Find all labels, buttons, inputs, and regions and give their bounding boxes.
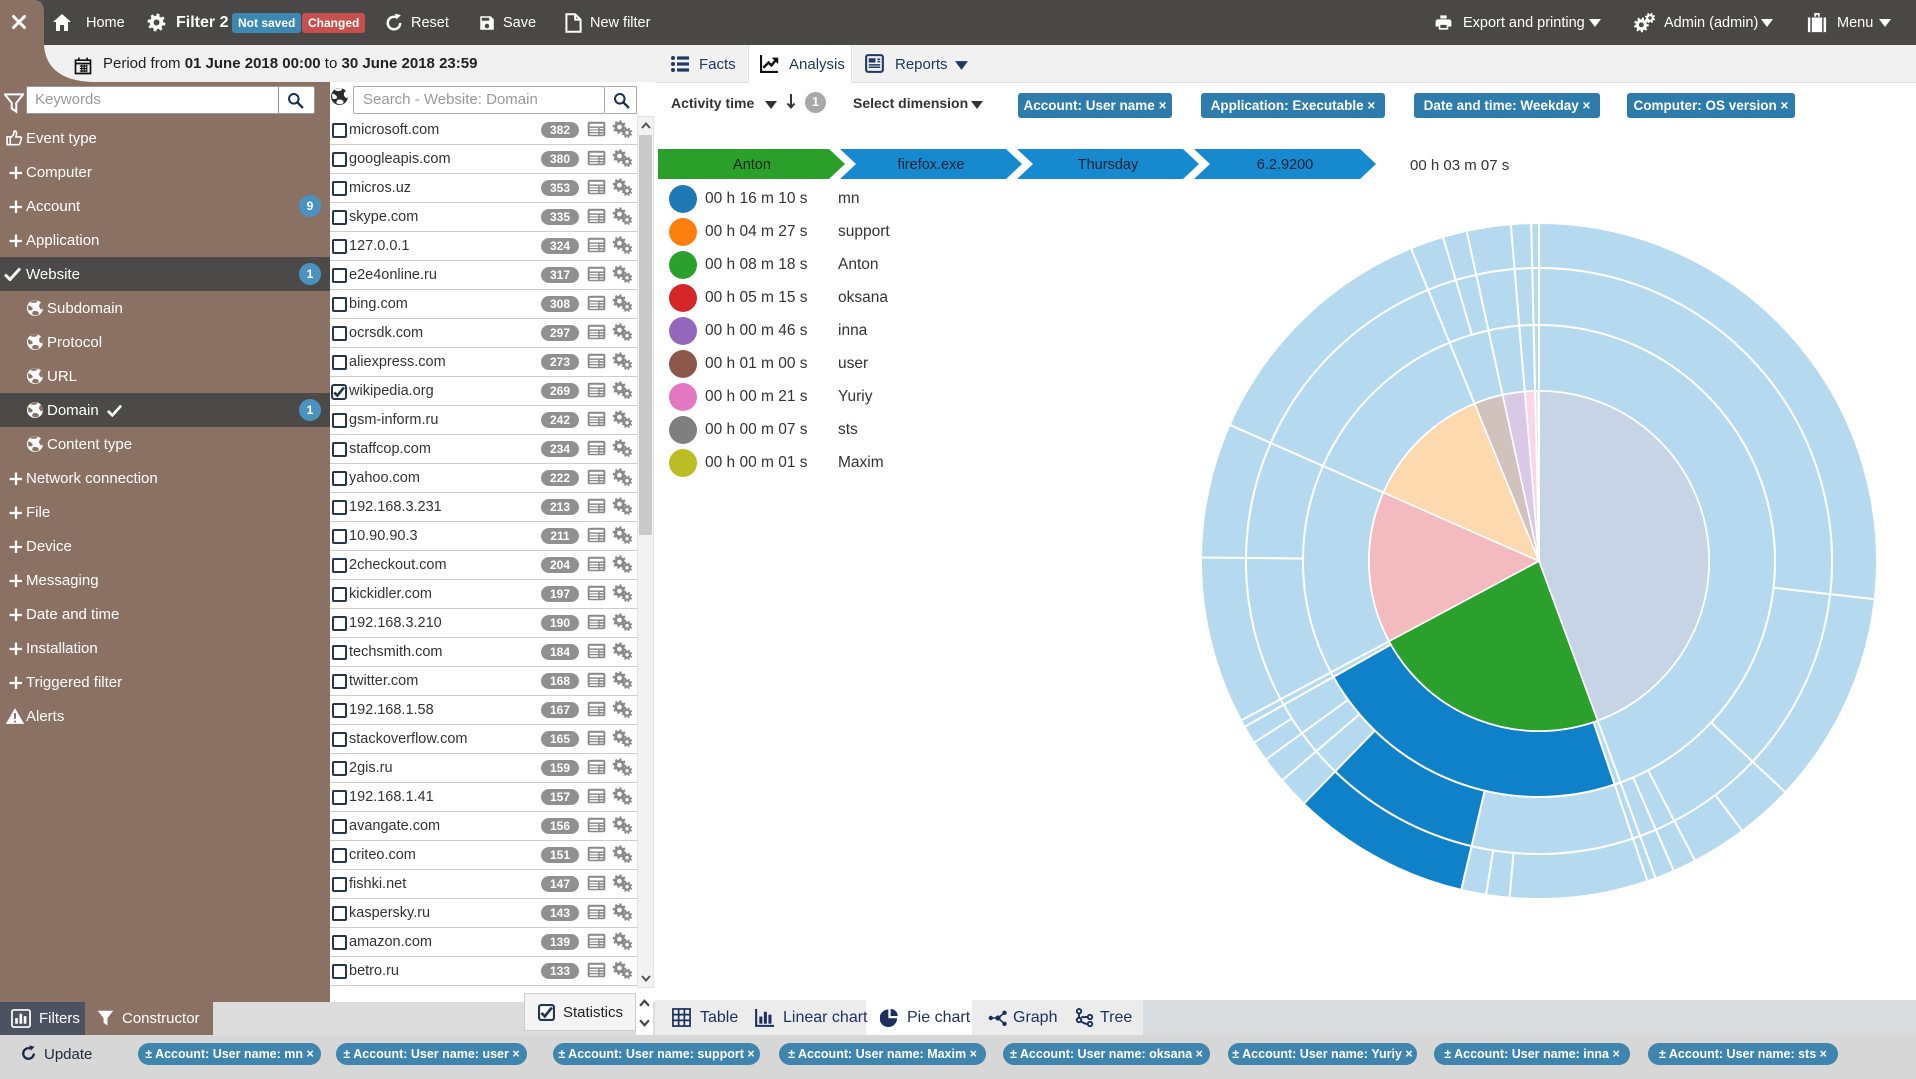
svg-text:Anton: Anton — [733, 157, 771, 173]
svg-text:firefox.exe: firefox.exe — [898, 157, 965, 173]
svg-text:6.2.9200: 6.2.9200 — [1257, 157, 1313, 173]
svg-text:Thursday: Thursday — [1078, 157, 1139, 173]
